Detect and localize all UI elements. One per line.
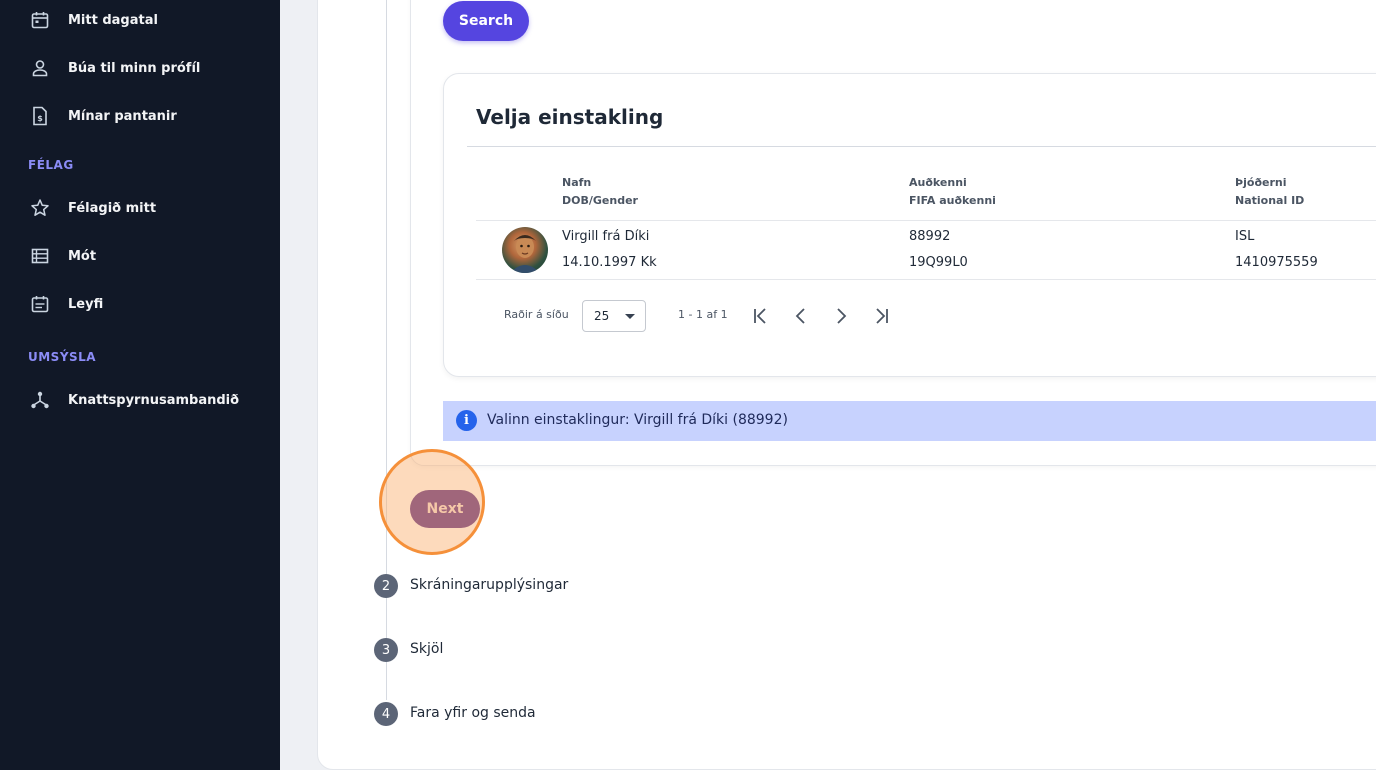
cell-id: 88992 xyxy=(909,229,951,244)
sidebar-item-label: Leyfi xyxy=(68,296,104,312)
invoice-icon: $ xyxy=(28,104,52,128)
selected-person-text: Valinn einstaklingur: Virgill frá Díki (… xyxy=(487,412,788,428)
previous-page-button[interactable] xyxy=(789,304,813,328)
list-icon xyxy=(28,244,52,268)
calendar-icon xyxy=(28,8,52,32)
cell-dob-gender: 14.10.1997 Kk xyxy=(562,255,657,270)
column-header-line: FIFA auðkenni xyxy=(909,194,996,207)
calendar-list-icon xyxy=(28,292,52,316)
next-page-button[interactable] xyxy=(829,304,853,328)
step-number: 3 xyxy=(374,638,398,662)
column-header-name[interactable]: Nafn DOB/Gender xyxy=(562,174,638,210)
chevron-right-icon xyxy=(837,308,847,324)
svg-text:$: $ xyxy=(37,114,43,123)
step-label-review-submit[interactable]: Fara yfir og senda xyxy=(410,705,536,721)
rows-per-page-label: Raðir á síðu xyxy=(504,308,569,321)
column-header-line: Auðkenni xyxy=(909,176,967,189)
sidebar-item-label: Knattspyrnusambandið xyxy=(68,392,240,408)
column-header-line: Nafn xyxy=(562,176,592,189)
column-header-nationality[interactable]: Þjóðerni National ID xyxy=(1235,174,1304,210)
chevron-left-icon xyxy=(795,308,805,324)
column-header-line: Þjóðerni xyxy=(1235,176,1287,189)
first-page-button[interactable] xyxy=(749,304,773,328)
step-label-registration-info[interactable]: Skráningarupplýsingar xyxy=(410,577,568,593)
user-icon xyxy=(28,56,52,80)
divider xyxy=(467,146,1376,147)
last-page-button[interactable] xyxy=(869,304,893,328)
sidebar: Mitt dagatal Búa til minn prófíl $ Mínar… xyxy=(0,0,280,770)
sidebar-item-label: Mót xyxy=(68,248,97,264)
sidebar-item-tournaments[interactable]: Mót xyxy=(0,236,280,276)
divider xyxy=(476,220,1376,221)
column-header-id[interactable]: Auðkenni FIFA auðkenni xyxy=(909,174,996,210)
section-heading-felag: FÉLAG xyxy=(28,158,74,172)
sidebar-item-my-calendar[interactable]: Mitt dagatal xyxy=(0,0,280,40)
pagination-range: 1 - 1 af 1 xyxy=(678,308,728,321)
info-icon: i xyxy=(456,410,477,431)
step-number: 2 xyxy=(374,574,398,598)
cell-national-id: 1410975559 xyxy=(1235,255,1318,270)
cell-nationality: ISL xyxy=(1235,229,1255,244)
rows-per-page-value: 25 xyxy=(594,309,610,323)
sidebar-item-create-profile[interactable]: Búa til minn prófíl xyxy=(0,48,280,88)
sidebar-item-federation[interactable]: Knattspyrnusambandið xyxy=(0,380,280,420)
divider xyxy=(476,279,1376,280)
sidebar-item-label: Félagið mitt xyxy=(68,200,157,216)
cell-name: Virgill frá Díki xyxy=(562,229,650,244)
caret-down-icon xyxy=(625,314,635,319)
sidebar-item-my-orders[interactable]: $ Mínar pantanir xyxy=(0,96,280,136)
network-icon xyxy=(28,388,52,412)
search-button[interactable]: Search xyxy=(443,1,529,41)
sidebar-item-label: Búa til minn prófíl xyxy=(68,60,201,76)
rows-per-page-select[interactable]: 25 xyxy=(582,300,646,332)
sidebar-item-licenses[interactable]: Leyfi xyxy=(0,284,280,324)
sidebar-item-my-club[interactable]: Félagið mitt xyxy=(0,188,280,228)
cell-fifa-id: 19Q99L0 xyxy=(909,255,968,270)
step-number: 4 xyxy=(374,702,398,726)
next-button[interactable]: Next xyxy=(410,490,480,528)
star-icon xyxy=(28,196,52,220)
section-heading-umsysla: UMSÝSLA xyxy=(28,350,97,364)
avatar xyxy=(502,227,548,273)
sidebar-item-label: Mitt dagatal xyxy=(68,12,158,28)
column-header-line: DOB/Gender xyxy=(562,194,638,207)
column-header-line: National ID xyxy=(1235,194,1305,207)
sidebar-item-label: Mínar pantanir xyxy=(68,108,177,124)
first-page-icon xyxy=(754,308,766,324)
select-person-title: Velja einstakling xyxy=(476,105,664,129)
step-label-documents[interactable]: Skjöl xyxy=(410,641,443,657)
last-page-icon xyxy=(876,308,888,324)
